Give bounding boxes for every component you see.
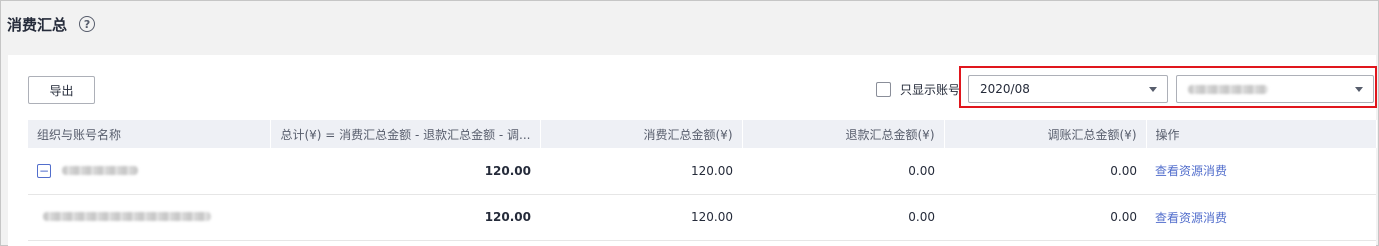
table-header-row: 组织与账号名称 总计(¥) = 消费汇总金额 - 退款汇总金额 - 调... 消… <box>28 120 1377 148</box>
col-total: 总计(¥) = 消费汇总金额 - 退款汇总金额 - 调... <box>270 120 541 148</box>
summary-table: 组织与账号名称 总计(¥) = 消费汇总金额 - 退款汇总金额 - 调... 消… <box>28 120 1377 241</box>
col-org-account-name: 组织与账号名称 <box>28 120 271 148</box>
table-row: 120.00 120.00 0.00 0.00 查看资源消费 <box>28 194 1376 240</box>
org-name-redacted <box>62 165 138 175</box>
col-actions: 操作 <box>1146 120 1377 148</box>
chevron-down-icon <box>1149 87 1157 92</box>
page-header: 消费汇总 ? <box>1 1 1378 47</box>
collapse-icon[interactable]: − <box>37 164 51 178</box>
consume-cell: 120.00 <box>691 163 733 178</box>
total-cell: 120.00 <box>484 163 531 178</box>
consume-cell: 120.00 <box>691 210 733 224</box>
action-cell: 查看资源消费 <box>1146 194 1376 240</box>
view-resource-consumption-link[interactable]: 查看资源消费 <box>1155 164 1227 178</box>
table-row: − 120.00 120.00 0.00 0.00 查看资源消费 <box>28 148 1376 194</box>
account-select-value-redacted <box>1188 84 1268 94</box>
window-frame: 消费汇总 ? 导出 只显示账号 2020/08 组织与账号名称 总计(¥) = … <box>0 0 1379 246</box>
action-cell: 查看资源消费 <box>1146 148 1376 194</box>
col-refund-total: 退款汇总金额(¥) <box>742 120 945 148</box>
col-adjust-total: 调账汇总金额(¥) <box>944 120 1147 148</box>
org-name-cell: − <box>28 148 270 194</box>
month-select[interactable]: 2020/08 <box>968 75 1168 103</box>
chevron-down-icon <box>1355 87 1363 92</box>
only-accounts-label: 只显示账号 <box>900 82 961 97</box>
page-title: 消费汇总 <box>7 15 68 34</box>
summary-card: 导出 只显示账号 2020/08 组织与账号名称 总计(¥) = 消费汇总金额 … <box>8 55 1377 246</box>
adjust-cell: 0.00 <box>1110 210 1137 224</box>
adjust-cell: 0.00 <box>1110 163 1137 178</box>
account-name-cell <box>28 194 270 240</box>
only-accounts-checkbox[interactable]: 只显示账号 <box>876 81 960 97</box>
month-select-value: 2020/08 <box>980 82 1030 96</box>
account-select[interactable] <box>1176 75 1374 103</box>
checkbox-box[interactable] <box>876 81 891 97</box>
help-circle-icon[interactable]: ? <box>79 16 96 32</box>
col-consume-total: 消费汇总金额(¥) <box>540 120 743 148</box>
refund-cell: 0.00 <box>908 210 935 224</box>
refund-cell: 0.00 <box>908 163 935 178</box>
export-button[interactable]: 导出 <box>28 76 95 104</box>
view-resource-consumption-link[interactable]: 查看资源消费 <box>1155 211 1227 225</box>
total-cell: 120.00 <box>484 210 531 224</box>
account-name-redacted <box>43 212 211 221</box>
